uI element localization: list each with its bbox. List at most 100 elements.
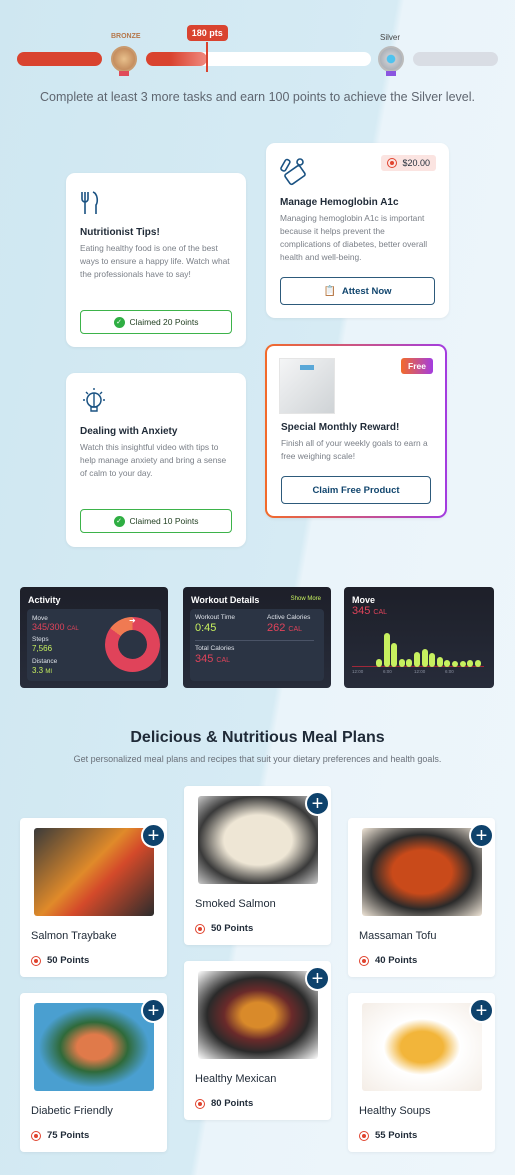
meal-card[interactable]: + Diabetic Friendly 75 Points	[20, 993, 167, 1152]
move-bar	[421, 649, 428, 667]
move-chart-value: 345	[352, 605, 371, 617]
plus-icon: +	[475, 999, 488, 1022]
task-card-nutritionist: Nutritionist Tips! Eating healthy food i…	[66, 173, 246, 347]
bronze-medal-icon	[111, 46, 137, 72]
move-bar	[467, 660, 474, 667]
meals-subtitle: Get personalized meal plans and recipes …	[73, 754, 442, 764]
meal-name: Healthy Soups	[359, 1105, 431, 1117]
add-meal-button[interactable]: +	[305, 791, 330, 816]
move-bar	[429, 653, 436, 667]
meal-name: Diabetic Friendly	[31, 1105, 113, 1117]
workout-widget: Workout Details Show More Workout Time 0…	[183, 587, 331, 688]
active-calories-unit: CAL	[288, 626, 303, 633]
add-meal-button[interactable]: +	[141, 823, 166, 848]
task-card-anxiety: Dealing with Anxiety Watch this insightf…	[66, 373, 246, 547]
meal-image	[34, 828, 154, 916]
task-description: Managing hemoglobin A1c is important bec…	[280, 213, 428, 262]
meal-points: 55 Points	[359, 1130, 417, 1141]
move-bar	[474, 660, 481, 667]
task-title: Special Monthly Reward!	[281, 422, 400, 433]
claimed-label: Claimed 20 Points	[129, 317, 199, 327]
move-chart-tick: 12:00	[352, 669, 364, 674]
add-meal-button[interactable]: +	[469, 823, 494, 848]
total-calories-label: Total Calories	[195, 645, 235, 652]
meals-title: Delicious & Nutritious Meal Plans	[130, 729, 385, 746]
claim-free-product-button[interactable]: Claim Free Product	[281, 476, 431, 504]
move-ring: ➜	[105, 616, 160, 672]
workout-time-value: 0:45	[195, 622, 217, 634]
meal-name: Massaman Tofu	[359, 930, 437, 942]
task-card-monthly-reward: Free Special Monthly Reward! Finish all …	[265, 344, 447, 518]
active-calories-label: Active Calories	[267, 614, 311, 621]
meal-image	[362, 828, 482, 916]
activity-title: Activity	[28, 595, 61, 605]
activity-widget: Activity Move 345/300 CAL Steps 7,566 Di…	[20, 587, 168, 688]
meal-points-label: 50 Points	[47, 955, 90, 966]
claimed-points-button[interactable]: ✓ Claimed 20 Points	[80, 310, 232, 334]
meal-card[interactable]: + Healthy Mexican 80 Points	[184, 961, 331, 1120]
move-unit: CAL	[67, 626, 79, 632]
bronze-ribbon-icon	[119, 71, 129, 76]
distance-label: Distance	[32, 658, 58, 665]
total-calories-unit: CAL	[216, 657, 231, 664]
meal-points: 75 Points	[31, 1130, 89, 1141]
coin-icon	[31, 955, 41, 966]
distance-value: 3.3	[32, 666, 44, 675]
claimed-label: Claimed 10 Points	[129, 516, 199, 526]
meal-card[interactable]: + Salmon Traybake 50 Points	[20, 818, 167, 977]
workout-title: Workout Details	[191, 595, 260, 605]
add-meal-button[interactable]: +	[469, 998, 494, 1023]
free-badge: Free	[401, 358, 433, 374]
meal-points: 80 Points	[195, 1098, 253, 1109]
move-chart-tick: 12:00	[414, 669, 426, 674]
add-meal-button[interactable]: +	[141, 998, 166, 1023]
meal-image	[198, 796, 318, 884]
attest-label: Attest Now	[341, 285, 392, 297]
silver-progress-fill	[146, 52, 207, 66]
move-bar	[406, 658, 413, 667]
meal-points-label: 80 Points	[211, 1098, 254, 1109]
move-chart-ticks: 12:00 6:00 12:00 6:00	[352, 669, 484, 677]
meal-card[interactable]: + Massaman Tofu 40 Points	[348, 818, 495, 977]
claim-label: Claim Free Product	[312, 484, 400, 496]
meal-name: Salmon Traybake	[31, 930, 117, 942]
meal-points: 40 Points	[359, 955, 417, 966]
points-badge: 180 pts	[186, 25, 228, 41]
task-description: Watch this insightful video with tips to…	[80, 442, 227, 478]
meal-points: 50 Points	[31, 955, 89, 966]
meal-card[interactable]: + Smoked Salmon 50 Points	[184, 786, 331, 945]
task-title: Dealing with Anxiety	[80, 426, 178, 437]
attest-now-button[interactable]: 📋 Attest Now	[280, 277, 435, 305]
silver-medal-icon	[378, 46, 404, 72]
coin-icon	[195, 1098, 205, 1109]
workout-panel: Workout Time 0:45 Active Calories 262 CA…	[190, 609, 324, 681]
gold-bar	[413, 52, 498, 66]
move-bar-chart	[376, 633, 484, 667]
steps-value: 7,566	[32, 644, 53, 653]
task-description: Eating healthy food is one of the best w…	[80, 243, 230, 279]
move-bar	[459, 660, 466, 667]
move-chart-tick: 6:00	[445, 669, 454, 674]
silver-label: Silver	[380, 33, 401, 42]
task-title: Nutritionist Tips!	[80, 227, 160, 238]
move-bar	[376, 658, 382, 667]
plus-icon: +	[311, 792, 324, 815]
coin-icon	[359, 1130, 369, 1141]
add-meal-button[interactable]: +	[305, 966, 330, 991]
weighing-scale-image	[279, 358, 335, 414]
claimed-points-button[interactable]: ✓ Claimed 10 Points	[80, 509, 232, 533]
move-label: Move	[32, 615, 48, 622]
move-bar	[452, 660, 458, 667]
meal-points-label: 40 Points	[375, 955, 418, 966]
show-more-link[interactable]: Show More	[291, 596, 321, 602]
plus-icon: +	[475, 824, 488, 847]
move-bar	[398, 658, 405, 667]
fork-knife-icon	[81, 191, 99, 214]
move-bar	[444, 660, 451, 667]
progress-marker	[205, 42, 208, 72]
meal-card[interactable]: + Healthy Soups 55 Points	[348, 993, 495, 1152]
plus-icon: +	[147, 824, 160, 847]
task-title: Manage Hemoglobin A1c	[280, 197, 399, 208]
activity-panel: Move 345/300 CAL Steps 7,566 Distance 3.…	[27, 609, 161, 681]
check-icon: ✓	[113, 515, 125, 527]
